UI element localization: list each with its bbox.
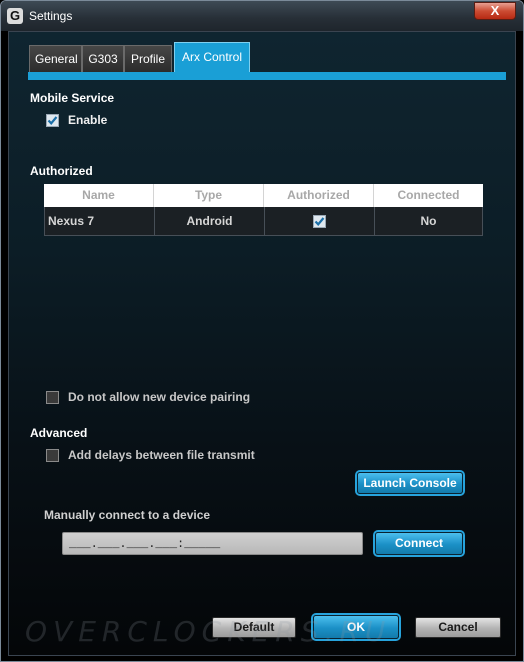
delays-checkbox[interactable] <box>46 448 59 462</box>
connect-button[interactable]: Connect <box>375 532 463 555</box>
enable-checkbox-row[interactable]: Enable <box>46 113 107 127</box>
mobile-service-heading: Mobile Service <box>30 91 115 105</box>
manual-connect-label: Manually connect to a device <box>44 508 211 522</box>
settings-window: G Settings X General G303 Profile Arx Co… <box>0 0 524 662</box>
table-header: Name Type Authorized Connected <box>44 184 483 207</box>
column-header-connected[interactable]: Connected <box>374 184 483 207</box>
authorized-heading: Authorized <box>30 164 93 178</box>
ok-button[interactable]: OK <box>313 615 399 639</box>
pairing-label: Do not allow new device pairing <box>68 390 251 404</box>
tab-underline <box>28 72 506 80</box>
table-row[interactable]: Nexus 7 Android No <box>44 207 483 236</box>
ip-address-input[interactable]: ___.___.___.___:_____ <box>62 532 363 555</box>
close-icon: X <box>490 3 500 18</box>
device-authorized-cell <box>265 207 375 235</box>
delays-label: Add delays between file transmit <box>68 448 255 462</box>
logitech-g-icon: G <box>7 8 23 24</box>
pairing-checkbox[interactable] <box>46 390 59 404</box>
launch-console-button[interactable]: Launch Console <box>357 472 463 494</box>
tab-general[interactable]: General <box>29 45 82 72</box>
pairing-checkbox-row[interactable]: Do not allow new device pairing <box>46 390 250 404</box>
device-connected-cell: No <box>420 214 437 228</box>
device-name-cell: Nexus 7 <box>45 207 155 235</box>
advanced-heading: Advanced <box>30 426 88 440</box>
checkmark-icon <box>47 115 58 125</box>
authorized-devices-table: Name Type Authorized Connected Nexus 7 A… <box>44 184 483 236</box>
tab-profile[interactable]: Profile <box>124 45 172 72</box>
column-header-name[interactable]: Name <box>44 184 154 207</box>
window-title: Settings <box>29 9 73 23</box>
enable-checkbox[interactable] <box>46 113 59 127</box>
cancel-button[interactable]: Cancel <box>415 617 501 638</box>
column-header-type[interactable]: Type <box>154 184 264 207</box>
checkmark-icon <box>314 216 325 226</box>
enable-label: Enable <box>68 113 108 127</box>
tab-g303[interactable]: G303 <box>82 45 124 72</box>
title-bar[interactable]: G Settings X <box>1 1 523 31</box>
authorized-checkbox[interactable] <box>313 214 326 228</box>
default-button[interactable]: Default <box>212 617 296 638</box>
close-button[interactable]: X <box>474 2 516 20</box>
device-type-cell: Android <box>155 207 265 235</box>
column-header-authorized[interactable]: Authorized <box>264 184 374 207</box>
delays-checkbox-row[interactable]: Add delays between file transmit <box>46 448 255 462</box>
tab-arx-control[interactable]: Arx Control <box>174 42 250 73</box>
client-area: General G303 Profile Arx Control Mobile … <box>8 31 516 656</box>
